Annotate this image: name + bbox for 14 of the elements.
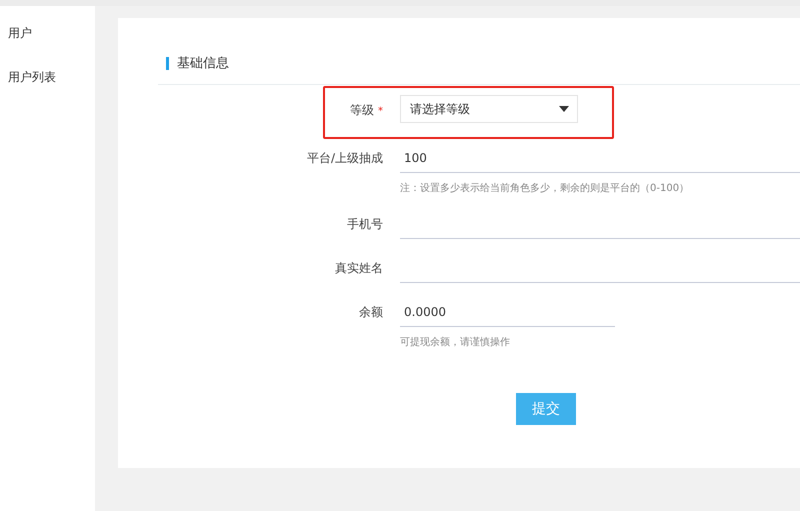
sidebar-item[interactable]: 用户列表 [0, 68, 95, 112]
field-label: 平台/上级抽成 [306, 151, 383, 165]
field-hint: 注：设置多少表示给当前角色多少，剩余的则是平台的（0-100） [400, 182, 690, 195]
section-title: 基础信息 [177, 55, 229, 72]
field-label: 真实姓名 [335, 261, 383, 275]
caret-icon [559, 106, 569, 112]
level-select[interactable]: 请选择等级 [400, 95, 578, 123]
sidebar-item[interactable]: 用户 [0, 24, 95, 68]
field-label: 等级 [350, 103, 374, 117]
required-mark: * [378, 106, 383, 117]
accent-bar [166, 56, 169, 70]
field-label: 余额 [359, 305, 383, 319]
field-label: 手机号 [347, 217, 383, 231]
field-hint: 可提现余额，请谨慎操作 [400, 336, 511, 349]
